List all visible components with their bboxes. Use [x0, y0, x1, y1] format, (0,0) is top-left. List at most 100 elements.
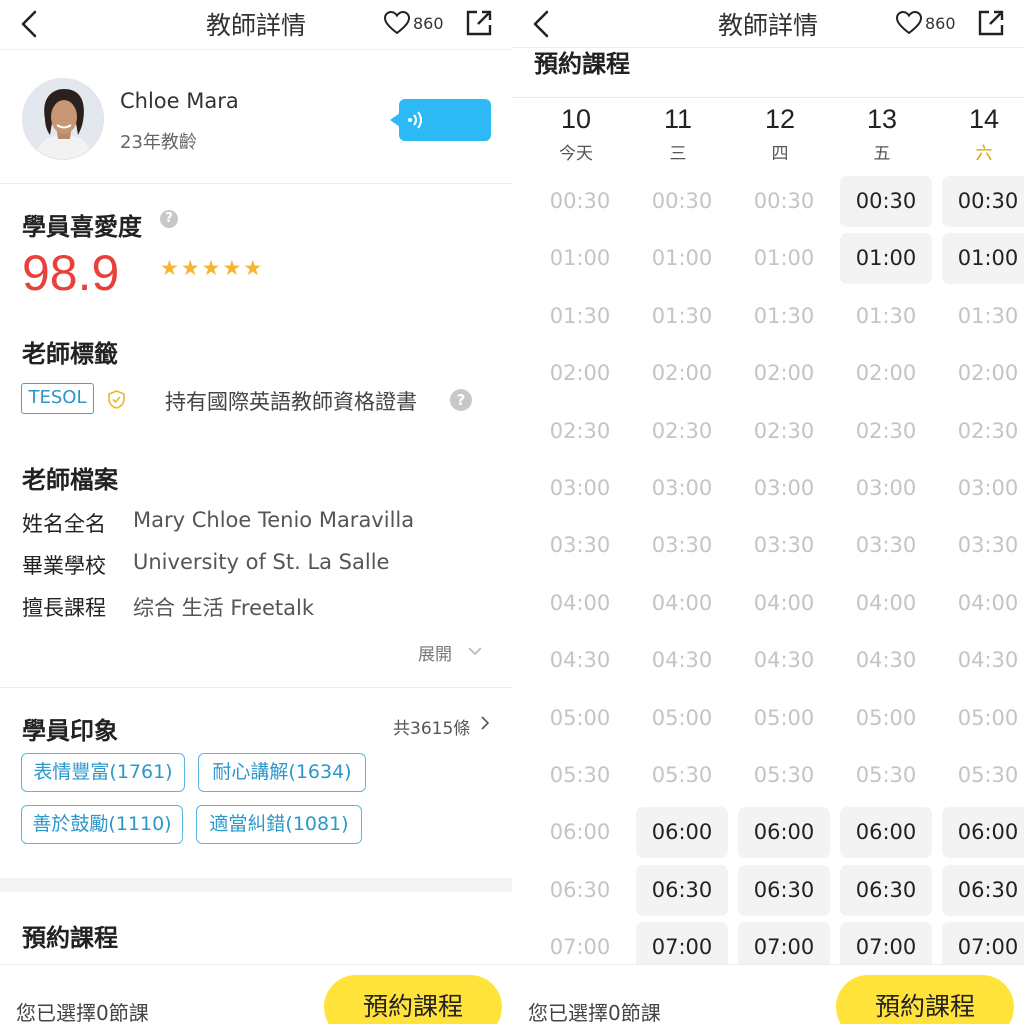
- time-slot-unavailable: 05:00: [549, 705, 611, 730]
- time-slot-unavailable: 05:30: [753, 763, 815, 787]
- header: 教師詳情 860: [512, 0, 1024, 48]
- time-slot-unavailable: 04:00: [957, 590, 1019, 615]
- impression-chip[interactable]: 適當糾錯(1081): [196, 805, 362, 844]
- star-icon: ★: [180, 256, 200, 280]
- day-date: 11: [663, 104, 693, 134]
- time-slot-unavailable: 03:00: [549, 476, 611, 500]
- divider: [512, 97, 1024, 98]
- divider: [0, 183, 512, 184]
- schedule-panel: 預約課程 教師詳情 860 10 今天 00:30 01:00 01:30 02:00 02…: [512, 0, 1024, 1024]
- day-header[interactable]: 12 四: [735, 104, 825, 164]
- time-slot-unavailable: 00:30: [651, 189, 713, 213]
- shield-check-icon: [108, 390, 125, 409]
- day-weekday: 今天: [559, 144, 593, 164]
- time-slot-available[interactable]: 01:00: [840, 233, 932, 285]
- time-slot-unavailable: 02:00: [753, 361, 815, 386]
- day-weekday: 六: [975, 144, 993, 164]
- help-icon[interactable]: ?: [160, 210, 178, 228]
- time-slot-available[interactable]: 06:00: [738, 807, 830, 859]
- profile-heading: 老師檔案: [22, 466, 118, 494]
- voice-intro-button[interactable]: [390, 99, 491, 141]
- time-slot-available[interactable]: 06:30: [636, 864, 728, 916]
- share-icon[interactable]: [465, 9, 493, 37]
- time-slot-unavailable: 03:00: [957, 476, 1019, 500]
- time-slot-unavailable: 04:30: [855, 648, 917, 673]
- favorite-count: 860: [413, 14, 444, 33]
- schedule-title: 預約課程: [534, 50, 630, 78]
- day-weekday: 五: [873, 144, 891, 164]
- time-slot-unavailable: 01:00: [549, 246, 611, 271]
- day-header[interactable]: 14 六: [939, 104, 1024, 164]
- day-header[interactable]: 13 五: [837, 104, 927, 164]
- time-slot-available[interactable]: 06:30: [738, 864, 830, 916]
- time-slot-unavailable: 01:00: [651, 246, 713, 271]
- time-slot-unavailable: 02:00: [855, 361, 917, 386]
- time-slot-unavailable: 04:00: [651, 590, 713, 615]
- impressions-total[interactable]: 共3615條: [393, 714, 470, 739]
- day-header[interactable]: 11 三: [633, 104, 723, 164]
- profile-label-fullname: 姓名全名: [22, 512, 106, 536]
- time-slot-available[interactable]: 06:00: [636, 807, 728, 859]
- time-slot-unavailable: 04:30: [549, 648, 611, 673]
- time-slot-unavailable: 03:30: [957, 533, 1019, 558]
- selected-count: 您已選擇0節課: [16, 1001, 149, 1024]
- heart-icon[interactable]: [384, 11, 410, 35]
- profile-label-school: 畢業學校: [22, 554, 106, 578]
- time-slot-unavailable: 00:30: [549, 189, 611, 213]
- day-date: 14: [968, 104, 1000, 134]
- share-icon[interactable]: [977, 9, 1005, 37]
- time-slot-available[interactable]: 06:00: [942, 807, 1024, 859]
- tesol-badge: TESOL: [21, 383, 94, 414]
- time-slot-available[interactable]: 00:30: [840, 176, 932, 227]
- time-slot-unavailable: 06:30: [549, 877, 611, 902]
- help-icon[interactable]: ?: [450, 389, 472, 411]
- time-slot-unavailable: 05:00: [957, 705, 1019, 730]
- time-slot-unavailable: 02:30: [549, 418, 611, 443]
- profile-value-school: University of St. La Salle: [133, 550, 390, 574]
- time-slot-unavailable: 01:30: [549, 303, 611, 328]
- book-course-button[interactable]: 預約課程: [324, 975, 502, 1024]
- time-slot-unavailable: 06:00: [549, 820, 611, 845]
- chevron-down-icon[interactable]: [467, 646, 483, 656]
- time-slot-unavailable: 02:00: [957, 361, 1019, 386]
- profile-value-courses: 综合 生活 Freetalk: [133, 596, 315, 620]
- impression-chip[interactable]: 耐心講解(1634): [198, 753, 366, 792]
- time-slot-available[interactable]: 00:30: [942, 176, 1024, 227]
- popularity-score: 98.9: [22, 245, 120, 301]
- time-slot-unavailable: 01:30: [753, 303, 815, 328]
- chevron-right-icon[interactable]: [481, 716, 489, 730]
- time-slot-available[interactable]: 06:30: [942, 864, 1024, 916]
- teacher-name: Chloe Mara: [120, 89, 239, 113]
- heart-icon[interactable]: [896, 11, 922, 35]
- time-slot-available[interactable]: 06:00: [840, 807, 932, 859]
- time-slot-unavailable: 05:30: [651, 763, 713, 787]
- time-slot-unavailable: 03:30: [855, 533, 917, 558]
- certificate-text: 持有國際英語教師資格證書: [165, 390, 417, 414]
- time-slot-available[interactable]: 06:30: [840, 864, 932, 916]
- day-date: 10: [560, 104, 592, 134]
- time-slot-unavailable: 05:00: [855, 705, 917, 730]
- book-course-button[interactable]: 預約課程: [836, 975, 1014, 1024]
- time-slot-unavailable: 01:30: [957, 303, 1019, 328]
- time-slot-available[interactable]: 01:00: [942, 233, 1024, 285]
- time-slot-unavailable: 05:00: [651, 705, 713, 730]
- impression-chip[interactable]: 表情豐富(1761): [21, 753, 185, 792]
- time-slot-unavailable: 03:00: [651, 476, 713, 500]
- star-icon: ★: [160, 256, 179, 280]
- time-slot-unavailable: 04:00: [549, 590, 611, 615]
- expand-button[interactable]: 展開: [418, 640, 452, 665]
- time-slot-unavailable: 02:00: [651, 361, 713, 386]
- favorite-count: 860: [925, 14, 956, 33]
- time-slot-unavailable: 02:30: [753, 418, 815, 443]
- impression-chip[interactable]: 善於鼓勵(1110): [21, 805, 183, 844]
- time-slot-unavailable: 02:30: [651, 418, 713, 443]
- sound-wave-icon: [408, 111, 422, 129]
- time-slot-unavailable: 01:30: [855, 303, 917, 328]
- time-slot-unavailable: 04:00: [855, 590, 917, 615]
- star-icon: ★: [243, 256, 263, 280]
- section-separator: [0, 878, 512, 892]
- teaching-years: 23年教齡: [120, 132, 197, 153]
- star-icon: ★: [201, 256, 221, 280]
- day-header[interactable]: 10 今天: [531, 104, 621, 164]
- divider: [0, 687, 512, 688]
